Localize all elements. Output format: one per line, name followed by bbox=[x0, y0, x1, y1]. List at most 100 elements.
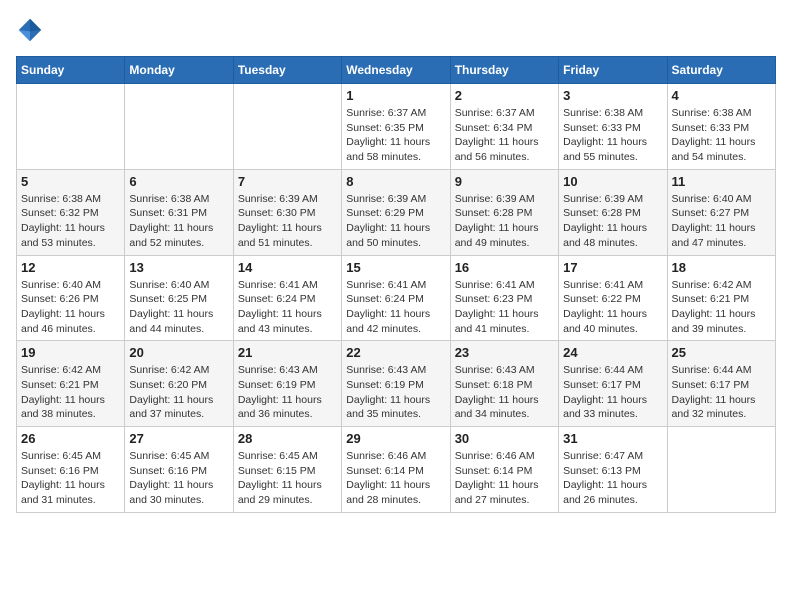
day-info: Sunrise: 6:39 AM Sunset: 6:28 PM Dayligh… bbox=[563, 192, 662, 251]
day-info: Sunrise: 6:41 AM Sunset: 6:22 PM Dayligh… bbox=[563, 278, 662, 337]
day-cell-0-4: 2Sunrise: 6:37 AM Sunset: 6:34 PM Daylig… bbox=[450, 84, 558, 170]
day-number: 4 bbox=[672, 88, 771, 103]
day-info: Sunrise: 6:38 AM Sunset: 6:32 PM Dayligh… bbox=[21, 192, 120, 251]
day-info: Sunrise: 6:42 AM Sunset: 6:20 PM Dayligh… bbox=[129, 363, 228, 422]
day-number: 27 bbox=[129, 431, 228, 446]
day-cell-2-1: 13 Sunrise: 6:40 AM Sunset: 6:25 PM Dayli… bbox=[125, 255, 233, 341]
day-cell-0-6: 4Sunrise: 6:38 AM Sunset: 6:33 PM Daylig… bbox=[667, 84, 775, 170]
day-cell-1-0: 5 Sunrise: 6:38 AM Sunset: 6:32 PM Daylig… bbox=[17, 169, 125, 255]
day-info: Sunrise: 6:39 AM Sunset: 6:29 PM Dayligh… bbox=[346, 192, 445, 251]
day-cell-3-4: 23 Sunrise: 6:43 AM Sunset: 6:18 PM Dayli… bbox=[450, 341, 558, 427]
day-number: 3 bbox=[563, 88, 662, 103]
day-number: 23 bbox=[455, 345, 554, 360]
day-info: Sunrise: 6:40 AM Sunset: 6:26 PM Dayligh… bbox=[21, 278, 120, 337]
day-cell-1-6: 11 Sunrise: 6:40 AM Sunset: 6:27 PM Dayli… bbox=[667, 169, 775, 255]
day-info: Sunrise: 6:40 AM Sunset: 6:25 PM Dayligh… bbox=[129, 278, 228, 337]
header-sunday: Sunday bbox=[17, 57, 125, 84]
day-cell-0-0 bbox=[17, 84, 125, 170]
day-cell-2-4: 16 Sunrise: 6:41 AM Sunset: 6:23 PM Dayli… bbox=[450, 255, 558, 341]
day-cell-4-2: 28 Sunrise: 6:45 AM Sunset: 6:15 PM Dayli… bbox=[233, 427, 341, 513]
day-info: Sunrise: 6:44 AM Sunset: 6:17 PM Dayligh… bbox=[563, 363, 662, 422]
day-number: 20 bbox=[129, 345, 228, 360]
header-thursday: Thursday bbox=[450, 57, 558, 84]
week-row-1: 1Sunrise: 6:37 AM Sunset: 6:35 PM Daylig… bbox=[17, 84, 776, 170]
day-cell-2-5: 17 Sunrise: 6:41 AM Sunset: 6:22 PM Dayli… bbox=[559, 255, 667, 341]
logo-icon bbox=[16, 16, 44, 44]
day-number: 28 bbox=[238, 431, 337, 446]
day-cell-4-4: 30Sunrise: 6:46 AM Sunset: 6:14 PM Dayli… bbox=[450, 427, 558, 513]
day-number: 1 bbox=[346, 88, 445, 103]
day-cell-3-2: 21 Sunrise: 6:43 AM Sunset: 6:19 PM Dayli… bbox=[233, 341, 341, 427]
week-row-4: 19 Sunrise: 6:42 AM Sunset: 6:21 PM Dayli… bbox=[17, 341, 776, 427]
day-info: Sunrise: 6:42 AM Sunset: 6:21 PM Dayligh… bbox=[21, 363, 120, 422]
header-tuesday: Tuesday bbox=[233, 57, 341, 84]
header-monday: Monday bbox=[125, 57, 233, 84]
day-cell-2-6: 18Sunrise: 6:42 AM Sunset: 6:21 PM Dayli… bbox=[667, 255, 775, 341]
day-number: 11 bbox=[672, 174, 771, 189]
day-number: 21 bbox=[238, 345, 337, 360]
day-cell-0-3: 1Sunrise: 6:37 AM Sunset: 6:35 PM Daylig… bbox=[342, 84, 450, 170]
day-number: 16 bbox=[455, 260, 554, 275]
day-info: Sunrise: 6:40 AM Sunset: 6:27 PM Dayligh… bbox=[672, 192, 771, 251]
header-wednesday: Wednesday bbox=[342, 57, 450, 84]
day-number: 19 bbox=[21, 345, 120, 360]
day-info: Sunrise: 6:43 AM Sunset: 6:18 PM Dayligh… bbox=[455, 363, 554, 422]
day-cell-4-0: 26Sunrise: 6:45 AM Sunset: 6:16 PM Dayli… bbox=[17, 427, 125, 513]
day-cell-4-5: 31Sunrise: 6:47 AM Sunset: 6:13 PM Dayli… bbox=[559, 427, 667, 513]
day-number: 17 bbox=[563, 260, 662, 275]
day-cell-4-1: 27 Sunrise: 6:45 AM Sunset: 6:16 PM Dayli… bbox=[125, 427, 233, 513]
calendar-header-row: SundayMondayTuesdayWednesdayThursdayFrid… bbox=[17, 57, 776, 84]
day-cell-2-0: 12 Sunrise: 6:40 AM Sunset: 6:26 PM Dayli… bbox=[17, 255, 125, 341]
day-cell-3-3: 22 Sunrise: 6:43 AM Sunset: 6:19 PM Dayli… bbox=[342, 341, 450, 427]
day-info: Sunrise: 6:41 AM Sunset: 6:24 PM Dayligh… bbox=[238, 278, 337, 337]
day-info: Sunrise: 6:46 AM Sunset: 6:14 PM Dayligh… bbox=[346, 449, 445, 508]
day-cell-0-1 bbox=[125, 84, 233, 170]
day-cell-2-3: 15Sunrise: 6:41 AM Sunset: 6:24 PM Dayli… bbox=[342, 255, 450, 341]
week-row-3: 12 Sunrise: 6:40 AM Sunset: 6:26 PM Dayli… bbox=[17, 255, 776, 341]
day-cell-3-5: 24Sunrise: 6:44 AM Sunset: 6:17 PM Dayli… bbox=[559, 341, 667, 427]
day-number: 12 bbox=[21, 260, 120, 275]
day-cell-0-5: 3Sunrise: 6:38 AM Sunset: 6:33 PM Daylig… bbox=[559, 84, 667, 170]
day-info: Sunrise: 6:45 AM Sunset: 6:16 PM Dayligh… bbox=[129, 449, 228, 508]
day-info: Sunrise: 6:37 AM Sunset: 6:34 PM Dayligh… bbox=[455, 106, 554, 165]
week-row-5: 26 Sunrise: 6:45 AM Sunset: 6:16 PM Dayli… bbox=[17, 427, 776, 513]
day-number: 29 bbox=[346, 431, 445, 446]
day-cell-1-4: 9 Sunrise: 6:39 AM Sunset: 6:28 PM Daylig… bbox=[450, 169, 558, 255]
day-number: 14 bbox=[238, 260, 337, 275]
day-cell-4-6 bbox=[667, 427, 775, 513]
day-number: 10 bbox=[563, 174, 662, 189]
day-number: 25 bbox=[672, 345, 771, 360]
day-number: 22 bbox=[346, 345, 445, 360]
day-cell-1-1: 6 Sunrise: 6:38 AM Sunset: 6:31 PM Daylig… bbox=[125, 169, 233, 255]
day-info: Sunrise: 6:41 AM Sunset: 6:23 PM Dayligh… bbox=[455, 278, 554, 337]
day-number: 15 bbox=[346, 260, 445, 275]
day-number: 5 bbox=[21, 174, 120, 189]
day-info: Sunrise: 6:45 AM Sunset: 6:15 PM Dayligh… bbox=[238, 449, 337, 508]
day-number: 6 bbox=[129, 174, 228, 189]
day-cell-2-2: 14 Sunrise: 6:41 AM Sunset: 6:24 PM Dayli… bbox=[233, 255, 341, 341]
day-info: Sunrise: 6:42 AM Sunset: 6:21 PM Dayligh… bbox=[672, 278, 771, 337]
day-info: Sunrise: 6:47 AM Sunset: 6:13 PM Dayligh… bbox=[563, 449, 662, 508]
header-friday: Friday bbox=[559, 57, 667, 84]
day-cell-1-5: 10 Sunrise: 6:39 AM Sunset: 6:28 PM Dayli… bbox=[559, 169, 667, 255]
day-info: Sunrise: 6:43 AM Sunset: 6:19 PM Dayligh… bbox=[238, 363, 337, 422]
header-saturday: Saturday bbox=[667, 57, 775, 84]
calendar-table: SundayMondayTuesdayWednesdayThursdayFrid… bbox=[16, 56, 776, 513]
day-number: 13 bbox=[129, 260, 228, 275]
day-cell-3-0: 19 Sunrise: 6:42 AM Sunset: 6:21 PM Dayli… bbox=[17, 341, 125, 427]
day-number: 7 bbox=[238, 174, 337, 189]
day-cell-4-3: 29 Sunrise: 6:46 AM Sunset: 6:14 PM Dayli… bbox=[342, 427, 450, 513]
day-info: Sunrise: 6:39 AM Sunset: 6:30 PM Dayligh… bbox=[238, 192, 337, 251]
day-number: 8 bbox=[346, 174, 445, 189]
day-cell-1-3: 8 Sunrise: 6:39 AM Sunset: 6:29 PM Daylig… bbox=[342, 169, 450, 255]
week-row-2: 5 Sunrise: 6:38 AM Sunset: 6:32 PM Daylig… bbox=[17, 169, 776, 255]
day-number: 26 bbox=[21, 431, 120, 446]
day-info: Sunrise: 6:43 AM Sunset: 6:19 PM Dayligh… bbox=[346, 363, 445, 422]
day-number: 9 bbox=[455, 174, 554, 189]
day-info: Sunrise: 6:38 AM Sunset: 6:31 PM Dayligh… bbox=[129, 192, 228, 251]
logo bbox=[16, 16, 48, 44]
day-info: Sunrise: 6:44 AM Sunset: 6:17 PM Dayligh… bbox=[672, 363, 771, 422]
day-info: Sunrise: 6:46 AM Sunset: 6:14 PM Dayligh… bbox=[455, 449, 554, 508]
day-info: Sunrise: 6:39 AM Sunset: 6:28 PM Dayligh… bbox=[455, 192, 554, 251]
page-header bbox=[16, 16, 776, 44]
